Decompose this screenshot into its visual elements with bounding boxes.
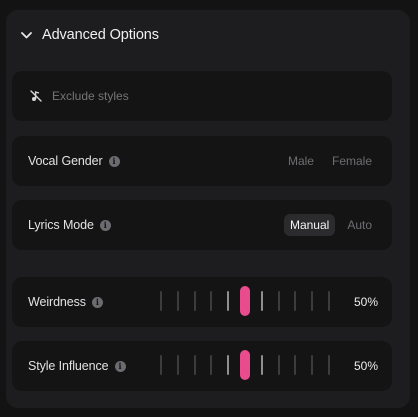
lyrics-mode-label: Lyrics Mode <box>28 218 94 232</box>
slider-tick <box>311 355 314 375</box>
weirdness-row: Weirdness i 50% <box>12 277 392 327</box>
slider-thumb[interactable] <box>240 350 250 380</box>
weirdness-label: Weirdness <box>28 295 86 309</box>
slider-tick <box>277 355 280 375</box>
slider-tick <box>311 291 314 311</box>
weirdness-slider[interactable] <box>160 286 330 317</box>
vocal-gender-label: Vocal Gender <box>28 154 103 168</box>
slider-tick <box>328 291 330 311</box>
weirdness-value: 50% <box>353 295 378 309</box>
slider-tick <box>294 291 297 311</box>
slider-thumb[interactable] <box>240 286 250 316</box>
info-icon[interactable]: i <box>91 296 103 308</box>
style-influence-row: Style Influence i 50% <box>12 341 392 391</box>
slider-tick <box>210 291 213 311</box>
advanced-options-toggle[interactable]: Advanced Options <box>20 24 159 46</box>
slider-tick <box>176 291 179 311</box>
slider-tick <box>277 291 280 311</box>
exclude-styles-input[interactable] <box>52 89 252 103</box>
slider-tick <box>210 355 213 375</box>
info-icon[interactable]: i <box>114 360 126 372</box>
chevron-down-icon <box>20 29 32 41</box>
info-icon[interactable]: i <box>108 155 120 167</box>
slider-tick <box>193 291 196 311</box>
vocal-gender-row: Vocal Gender i Male Female <box>12 136 392 186</box>
slider-tick <box>176 355 179 375</box>
info-icon[interactable]: i <box>99 219 111 231</box>
slider-tick <box>260 291 263 311</box>
slider-tick <box>193 355 196 375</box>
slider-tick <box>260 355 263 375</box>
vocal-gender-female-option[interactable]: Female <box>326 150 378 172</box>
vocal-gender-male-option[interactable]: Male <box>282 150 320 172</box>
style-influence-label: Style Influence <box>28 359 109 373</box>
slider-tick <box>227 355 230 375</box>
slider-tick <box>227 291 230 311</box>
no-music-icon <box>30 90 42 102</box>
exclude-styles-field[interactable] <box>12 71 392 121</box>
style-influence-slider[interactable] <box>160 350 330 381</box>
advanced-options-label: Advanced Options <box>42 27 159 43</box>
lyrics-mode-row: Lyrics Mode i Manual Auto <box>12 200 392 250</box>
slider-tick <box>328 355 330 375</box>
slider-tick <box>294 355 297 375</box>
lyrics-mode-auto-option[interactable]: Auto <box>341 214 378 236</box>
slider-tick <box>160 355 162 375</box>
style-influence-value: 50% <box>353 359 378 373</box>
slider-tick <box>160 291 162 311</box>
lyrics-mode-manual-option[interactable]: Manual <box>283 214 336 236</box>
